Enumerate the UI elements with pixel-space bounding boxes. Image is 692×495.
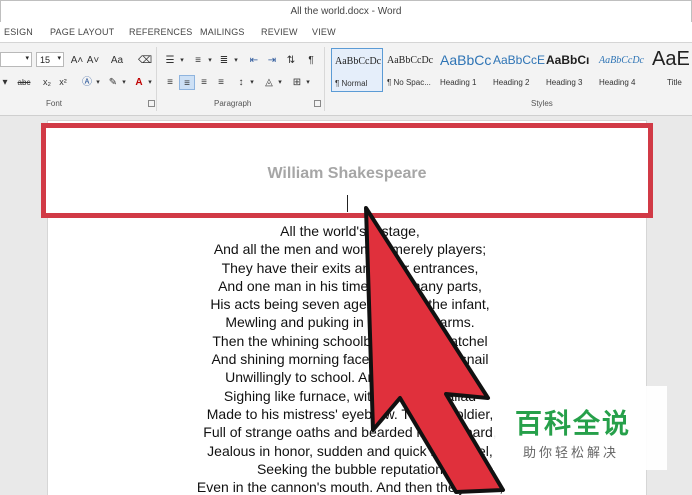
watermark: 百科全说 助你轻松解决 [493,386,667,470]
watermark-main: 百科全说 [515,409,631,439]
pointer-arrow-shape [364,206,505,494]
watermark-sub: 助你轻松解决 [523,445,620,460]
